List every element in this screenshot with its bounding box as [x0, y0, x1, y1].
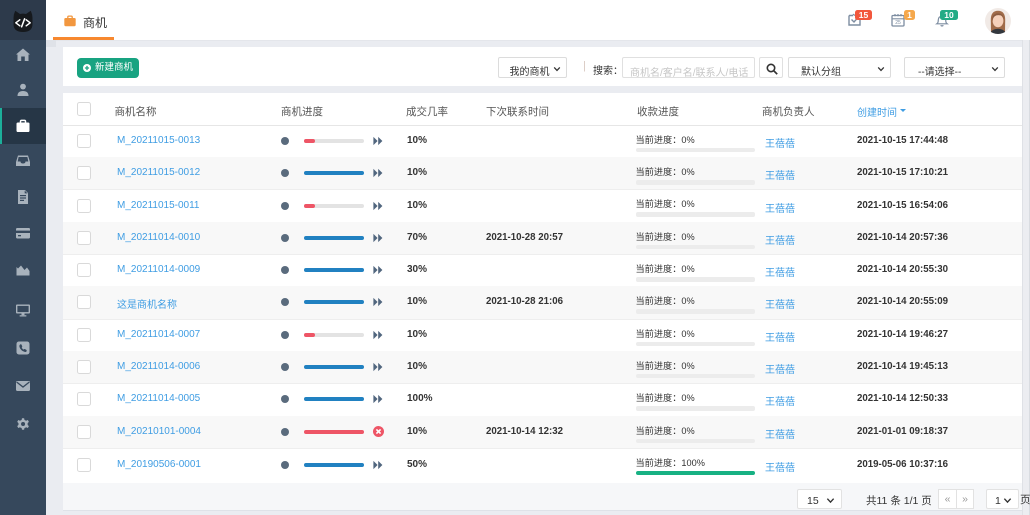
svg-text:25: 25 — [895, 20, 901, 26]
